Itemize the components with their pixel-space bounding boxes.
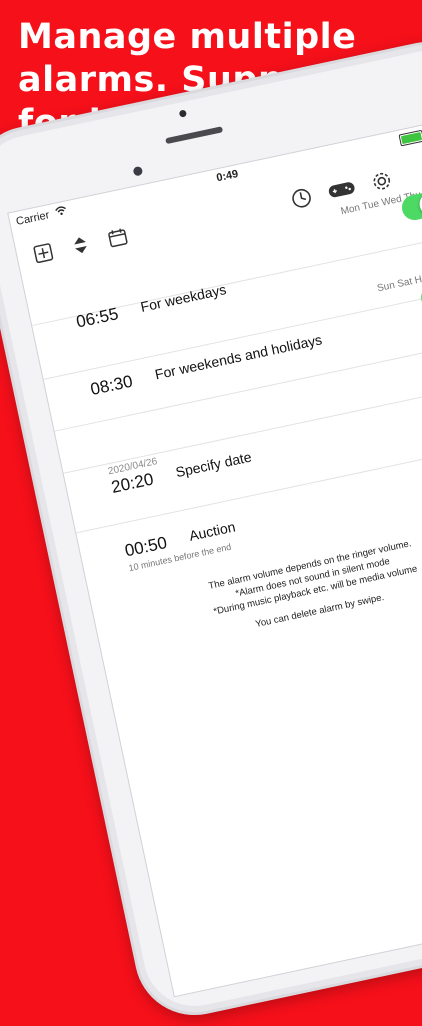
alarm-label: Auction <box>187 518 237 544</box>
gamepad-icon[interactable] <box>325 175 359 205</box>
gear-icon[interactable] <box>368 167 396 195</box>
alarm-label: Specify date <box>174 448 253 481</box>
calendar-icon[interactable] <box>103 223 131 251</box>
alarm-days: Sun Sat Holidays <box>376 267 422 295</box>
add-icon[interactable] <box>29 239 57 267</box>
reorder-icon[interactable] <box>66 231 94 259</box>
proximity-sensor <box>178 109 188 118</box>
alarm-time: 08:30 <box>88 371 135 400</box>
phone-body: Carrier 0:49 ⚡ Mon Tue Wed 06:55 For wee… <box>0 30 422 1026</box>
earpiece-speaker <box>165 126 224 145</box>
app-screen: Carrier 0:49 ⚡ Mon Tue Wed 06:55 For wee… <box>7 120 422 998</box>
phone-mockup: Carrier 0:49 ⚡ Mon Tue Wed 06:55 For wee… <box>0 0 422 1026</box>
clock-icon[interactable] <box>287 184 315 212</box>
front-camera <box>132 165 144 177</box>
